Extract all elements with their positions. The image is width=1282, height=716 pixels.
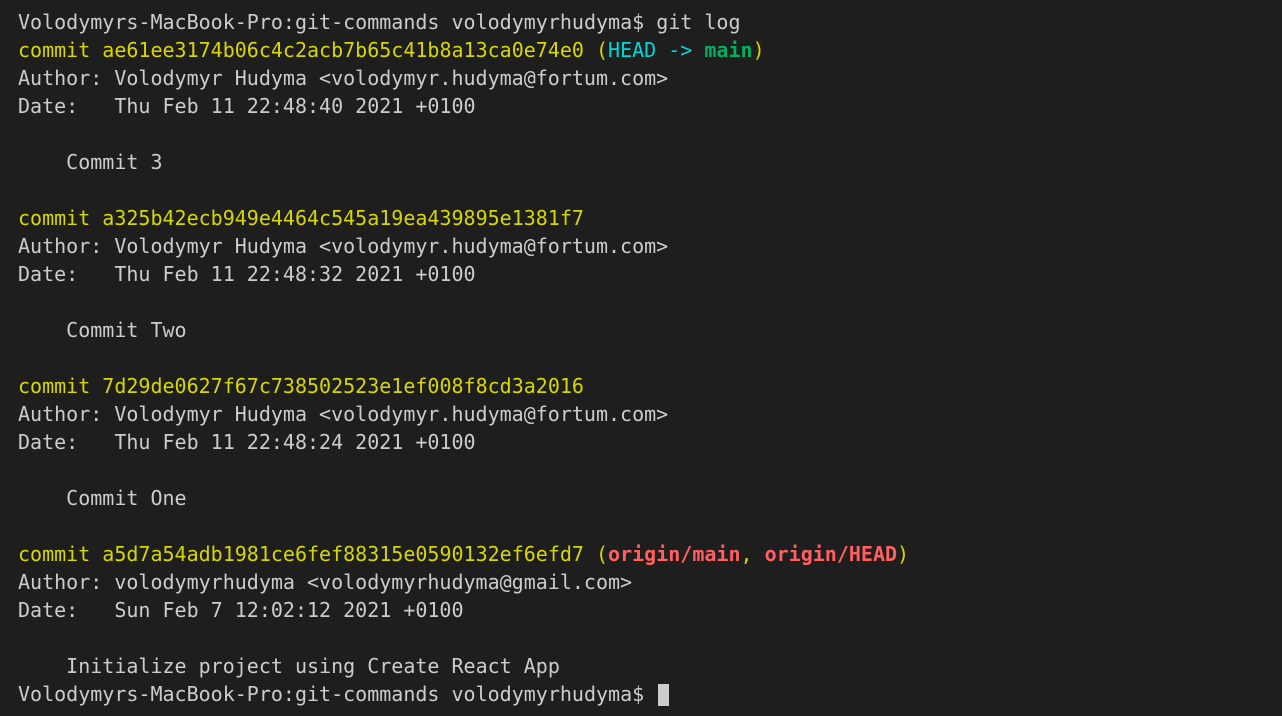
- date-line: Date: Sun Feb 7 12:02:12 2021 +0100: [18, 596, 1264, 624]
- blank-line: [18, 288, 1264, 316]
- prompt-host: Volodymyrs-MacBook-Pro:git-commands volo…: [18, 682, 644, 706]
- blank-line: [18, 176, 1264, 204]
- cursor-icon: [658, 684, 669, 706]
- remote-ref: origin/HEAD: [765, 542, 897, 566]
- terminal-output[interactable]: Volodymyrs-MacBook-Pro:git-commands volo…: [18, 8, 1264, 708]
- date-line: Date: Thu Feb 11 22:48:24 2021 +0100: [18, 428, 1264, 456]
- commit-hash-line: commit a5d7a54adb1981ce6fef88315e0590132…: [18, 540, 1264, 568]
- blank-line: [18, 456, 1264, 484]
- commit-hash-line: commit a325b42ecb949e4464c545a19ea439895…: [18, 204, 1264, 232]
- remote-ref: origin/main: [608, 542, 740, 566]
- date-line: Date: Thu Feb 11 22:48:32 2021 +0100: [18, 260, 1264, 288]
- branch-ref: main: [704, 38, 752, 62]
- blank-line: [18, 512, 1264, 540]
- blank-line: [18, 624, 1264, 652]
- prompt-host: Volodymyrs-MacBook-Pro:git-commands volo…: [18, 10, 644, 34]
- blank-line: [18, 120, 1264, 148]
- commit-message: Commit 3: [18, 148, 1264, 176]
- commit-message: Initialize project using Create React Ap…: [18, 652, 1264, 680]
- prompt-line-1: Volodymyrs-MacBook-Pro:git-commands volo…: [18, 8, 1264, 36]
- date-line: Date: Thu Feb 11 22:48:40 2021 +0100: [18, 92, 1264, 120]
- commit-hash-line: commit ae61ee3174b06c4c2acb7b65c41b8a13c…: [18, 36, 1264, 64]
- blank-line: [18, 344, 1264, 372]
- entered-command: git log: [656, 10, 740, 34]
- commit-message: Commit Two: [18, 316, 1264, 344]
- head-ref: HEAD: [608, 38, 656, 62]
- commit-message: Commit One: [18, 484, 1264, 512]
- author-line: Author: Volodymyr Hudyma <volodymyr.hudy…: [18, 232, 1264, 260]
- prompt-line-2[interactable]: Volodymyrs-MacBook-Pro:git-commands volo…: [18, 680, 1264, 708]
- author-line: Author: Volodymyr Hudyma <volodymyr.hudy…: [18, 64, 1264, 92]
- commit-hash-line: commit 7d29de0627f67c738502523e1ef008f8c…: [18, 372, 1264, 400]
- author-line: Author: Volodymyr Hudyma <volodymyr.hudy…: [18, 400, 1264, 428]
- author-line: Author: volodymyrhudyma <volodymyrhudyma…: [18, 568, 1264, 596]
